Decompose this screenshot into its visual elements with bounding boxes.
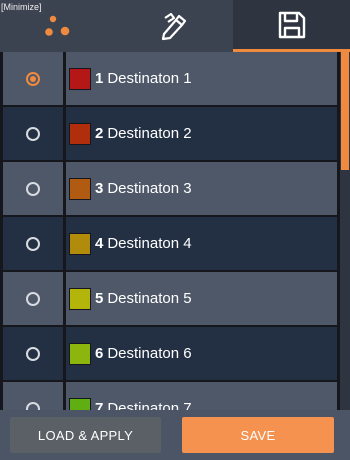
destination-radio[interactable] — [26, 71, 40, 86]
destination-radio[interactable] — [26, 126, 40, 141]
save-button[interactable]: SAVE — [182, 417, 334, 453]
destination-radio[interactable] — [26, 291, 40, 306]
destination-radio[interactable] — [26, 401, 40, 410]
destination-name: Destinaton 6 — [107, 345, 192, 362]
destination-number: 2 — [95, 125, 104, 142]
destination-row[interactable]: 7 Destinaton 7 — [0, 382, 340, 410]
load-apply-button[interactable]: LOAD & APPLY — [10, 417, 161, 453]
destination-list[interactable]: 1 Destinaton 1 2 Destinaton 2 3 Destinaton 34… — [0, 52, 340, 410]
destination-radio[interactable] — [26, 236, 40, 251]
destination-label-cell: 4 Destinaton 4 — [66, 217, 340, 270]
destination-label-cell: 6 Destinaton 6 — [66, 327, 340, 380]
destination-label-cell: 1 Destinaton 1 — [66, 52, 340, 105]
destination-label-cell: 5 Destinaton 5 — [66, 272, 340, 325]
destination-number: 1 — [95, 70, 104, 87]
color-swatch — [69, 397, 91, 410]
destination-name: Destinaton 7 — [107, 400, 192, 410]
radio-cell — [0, 327, 66, 380]
destination-number: 4 — [95, 235, 104, 252]
scrollbar[interactable] — [340, 52, 350, 410]
scrollbar-thumb[interactable] — [341, 52, 349, 170]
destination-radio[interactable] — [26, 181, 40, 196]
radio-cell — [0, 107, 66, 160]
save-disk-icon — [278, 11, 305, 38]
radio-cell — [0, 162, 66, 215]
destination-name: Destinaton 3 — [107, 180, 192, 197]
color-swatch — [69, 232, 91, 255]
radio-selected-dot — [30, 75, 36, 82]
destination-name: Destinaton 1 — [107, 70, 192, 87]
color-swatch — [69, 287, 91, 310]
destination-number: 6 — [95, 345, 104, 362]
color-swatch — [69, 342, 91, 365]
radio-cell — [0, 217, 66, 270]
color-swatch — [69, 67, 91, 90]
destination-row[interactable]: 1 Destinaton 1 — [0, 52, 340, 107]
destination-row[interactable]: 6 Destinaton 6 — [0, 327, 340, 382]
color-swatch — [69, 177, 91, 200]
destination-label-cell: 3 Destinaton 3 — [66, 162, 340, 215]
destination-name: Destinaton 2 — [107, 125, 192, 142]
tab-edit[interactable] — [117, 0, 233, 52]
minimize-link[interactable]: [Minimize] — [0, 0, 45, 14]
destination-radio[interactable] — [26, 346, 40, 361]
destination-row[interactable]: 5 Destinaton 5 — [0, 272, 340, 327]
radio-cell — [0, 382, 66, 410]
destination-row[interactable]: 2 Destinaton 2 — [0, 107, 340, 162]
radio-cell — [0, 272, 66, 325]
footer-bar: LOAD & APPLY SAVE — [0, 410, 350, 460]
destination-label-cell: 2 Destinaton 2 — [66, 107, 340, 160]
destination-name: Destinaton 4 — [107, 235, 192, 252]
destination-row[interactable]: 4 Destinaton 4 — [0, 217, 340, 272]
destination-row[interactable]: 3 Destinaton 3 — [0, 162, 340, 217]
destination-number: 5 — [95, 290, 104, 307]
destination-number: 7 — [95, 400, 104, 410]
destination-number: 3 — [95, 180, 104, 197]
destination-name: Destinaton 5 — [107, 290, 192, 307]
nodes-icon — [44, 15, 69, 36]
radio-cell — [0, 52, 66, 105]
destination-label-cell: 7 Destinaton 7 — [66, 382, 340, 410]
tab-save[interactable] — [233, 0, 350, 52]
edit-icon — [161, 12, 187, 41]
tab-bar — [0, 0, 350, 52]
color-swatch — [69, 122, 91, 145]
